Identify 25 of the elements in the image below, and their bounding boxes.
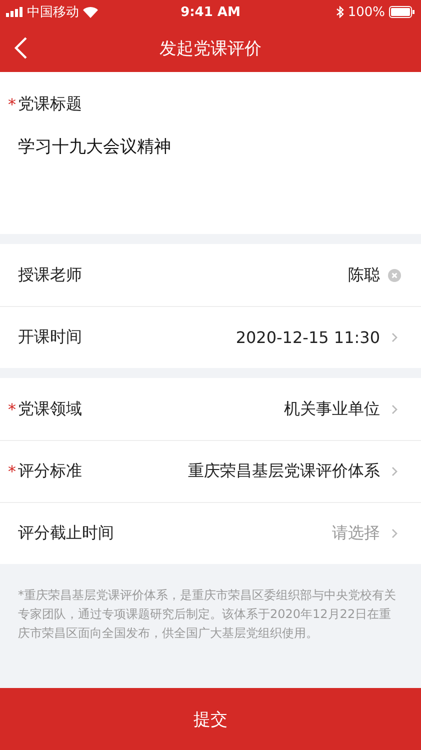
field-label: 党课领域 — [18, 398, 82, 420]
wifi-icon — [83, 6, 98, 18]
field-label: 评分截止时间 — [18, 523, 114, 544]
signal-icon — [6, 7, 23, 17]
carrier-name: 中国移动 — [27, 4, 79, 21]
field-value[interactable]: 重庆荣昌基层党课评价体系 — [188, 461, 380, 482]
field-value[interactable]: 机关事业单位 — [284, 398, 380, 420]
field-value[interactable]: 2020-12-15 11:30 — [236, 328, 380, 347]
field-label: 授课老师 — [18, 264, 82, 286]
field-label: 评分标准 — [18, 461, 82, 482]
page-title: 发起党课评价 — [160, 38, 262, 60]
field-value[interactable]: 陈聪 — [348, 264, 380, 286]
battery-icon — [388, 6, 415, 18]
required-mark: * — [8, 462, 16, 481]
battery-percent: 100% — [348, 4, 385, 20]
required-mark: * — [8, 400, 16, 418]
footnote: *重庆荣昌基层党课评价体系，是重庆市荣昌区委组织部与中央党校有关专家团队，通过专项课题研究后制定。该体系于2020年12月22日在重庆市荣昌区面向全国发布，供全国广大基层党组织使用。 — [17, 587, 397, 642]
required-mark: * — [8, 95, 16, 114]
field-label: 党课标题 — [18, 94, 82, 115]
field-label: 开课时间 — [18, 327, 82, 348]
submit-button[interactable]: 提交 — [0, 688, 421, 750]
title-input[interactable]: 学习十九大会议精神 — [18, 135, 403, 158]
bluetooth-icon — [336, 6, 344, 18]
status-time: 9:41 AM — [180, 4, 240, 20]
back-icon[interactable] — [14, 37, 28, 59]
